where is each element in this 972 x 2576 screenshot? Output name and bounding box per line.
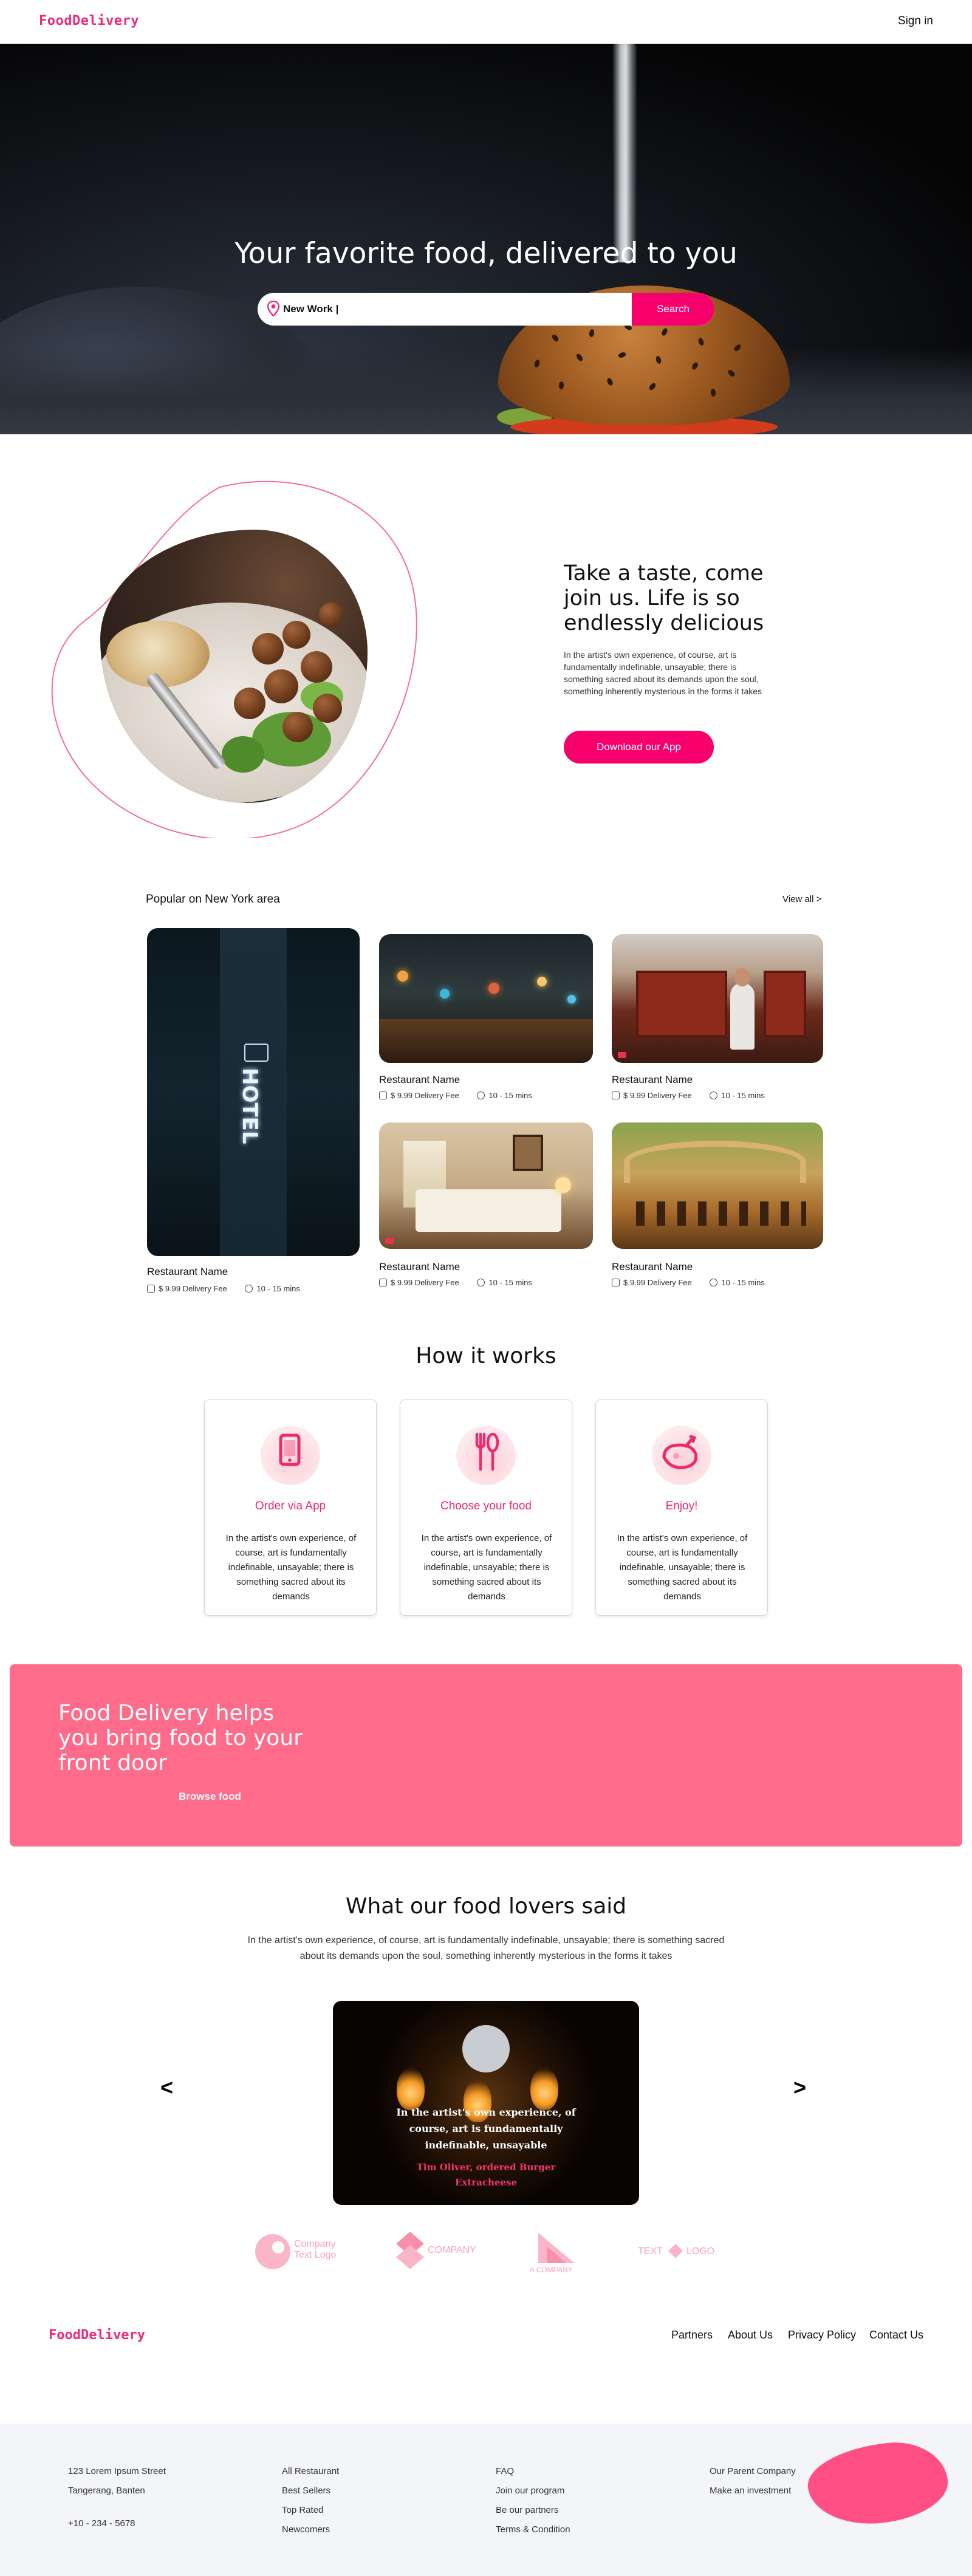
fork-spoon-icon [456, 1426, 516, 1485]
testimonials-intro: In the artist's own experience, of cours… [247, 1935, 725, 1961]
intro-text: In the artist's own experience, of cours… [564, 650, 762, 696]
footer-link[interactable]: Make an investment [710, 2485, 791, 2496]
partner-logo-a-company: A COMPANY [530, 2230, 590, 2274]
popular-section-title: Popular on New York area [146, 893, 280, 906]
delivery-bag-icon [612, 1092, 620, 1099]
location-search-input[interactable] [283, 293, 635, 326]
footer-link-contact[interactable]: Contact Us [869, 2329, 923, 2342]
footer-link[interactable]: FAQ [496, 2466, 514, 2476]
view-all-link[interactable]: View all > [782, 894, 821, 904]
restaurant-name[interactable]: Restaurant Name [612, 1074, 693, 1086]
footer-link[interactable]: Join our program [496, 2485, 564, 2496]
footer-link[interactable]: Best Sellers [282, 2485, 330, 2496]
how-step-card: Order via App In the artist's own experi… [204, 1399, 377, 1616]
footer-address-line: 123 Lorem Ipsum Street [68, 2466, 166, 2476]
browse-food-link[interactable]: Browse food [179, 1791, 241, 1803]
clock-icon [477, 1092, 485, 1099]
brand-logo[interactable]: FoodDelivery [39, 13, 139, 29]
decorative-footer-blob [804, 2437, 952, 2530]
next-testimonial-arrow[interactable]: > [793, 2075, 806, 2100]
partner-logo-text-logo: TEXT LOGO [638, 2230, 723, 2273]
restaurant-meta: $ 9.99 Delivery Fee 10 - 15 mins [379, 1278, 532, 1287]
hero-section: Your favorite food, delivered to you Sea… [0, 44, 972, 434]
roast-chicken-icon [652, 1426, 711, 1485]
restaurant-name[interactable]: Restaurant Name [147, 1266, 228, 1278]
intro-title: Take a taste, come join us. Life is so e… [564, 561, 764, 635]
search-button[interactable]: Search [632, 293, 714, 326]
delivery-bag-icon [379, 1279, 387, 1286]
restaurant-meta: $ 9.99 Delivery Fee 10 - 15 mins [612, 1091, 765, 1100]
footer-link-partners[interactable]: Partners [671, 2329, 713, 2342]
clock-icon [710, 1092, 718, 1099]
download-app-button[interactable]: Download our App [564, 731, 714, 764]
testimonial-quote: In the artist's own experience, of cours… [396, 2106, 576, 2151]
site-footer: 123 Lorem Ipsum Street Tangerang, Banten… [0, 2424, 972, 2576]
partner-logo-company-diamond: COMPANY [394, 2230, 485, 2273]
partner-logo-company-text: Company Text Logo [254, 2230, 345, 2273]
testimonials-title: What our food lovers said [345, 1894, 627, 1919]
map-pin-icon [267, 301, 279, 316]
restaurant-card-image[interactable] [612, 1122, 823, 1249]
footer-link[interactable]: Top Rated [282, 2505, 323, 2515]
meatball-dish-image [100, 530, 368, 803]
how-step-text: In the artist's own experience, of cours… [225, 1533, 357, 1602]
restaurant-card-image[interactable] [379, 1122, 593, 1249]
footer-link[interactable]: Our Parent Company [710, 2466, 796, 2476]
how-step-card: Choose your food In the artist's own exp… [400, 1399, 572, 1616]
restaurant-card-image[interactable]: HOTEL [147, 928, 360, 1256]
restaurant-meta: $ 9.99 Delivery Fee 10 - 15 mins [612, 1278, 765, 1287]
how-step-title: Order via App [255, 1500, 326, 1512]
restaurant-name[interactable]: Restaurant Name [379, 1074, 460, 1086]
clock-icon [710, 1279, 718, 1286]
promo-banner: Food Delivery helps you bring food to yo… [10, 1664, 962, 1847]
prev-testimonial-arrow[interactable]: < [160, 2075, 173, 2100]
clock-icon [477, 1279, 485, 1286]
how-step-card: Enjoy! In the artist's own experience, o… [595, 1399, 768, 1616]
banner-title: Food Delivery helps you bring food to yo… [58, 1701, 303, 1775]
footer-link[interactable]: Be our partners [496, 2505, 558, 2515]
footer-address-line: Tangerang, Banten [68, 2485, 145, 2496]
how-step-title: Enjoy! [665, 1500, 698, 1512]
restaurant-name[interactable]: Restaurant Name [379, 1261, 460, 1273]
footer-link-about[interactable]: About Us [728, 2329, 773, 2342]
sign-in-link[interactable]: Sign in [898, 15, 933, 28]
footer-link[interactable]: Newcomers [282, 2524, 330, 2535]
how-step-text: In the artist's own experience, of cours… [617, 1533, 748, 1602]
hero-knife-image [612, 44, 637, 262]
top-navbar: FoodDelivery Sign in [0, 0, 972, 44]
footer-brand-logo[interactable]: FoodDelivery [49, 2328, 145, 2343]
hero-background-table [0, 347, 972, 434]
footer-phone: +10 - 234 - 5678 [68, 2518, 135, 2529]
restaurant-card-image[interactable] [379, 934, 593, 1063]
footer-link-privacy[interactable]: Privacy Policy [788, 2329, 856, 2342]
delivery-bag-icon [379, 1092, 387, 1099]
delivery-bag-icon [147, 1285, 155, 1293]
hero-title: Your favorite food, delivered to you [234, 237, 738, 270]
delivery-bag-icon [612, 1279, 620, 1286]
footer-link[interactable]: All Restaurant [282, 2466, 339, 2476]
restaurant-card-image[interactable] [612, 934, 823, 1063]
location-search-bar: Search [258, 293, 714, 326]
testimonial-author: Tim Oliver, ordered Burger Extracheese [416, 2162, 556, 2188]
restaurant-meta: $ 9.99 Delivery Fee 10 - 15 mins [379, 1091, 532, 1100]
how-it-works-title: How it works [416, 1344, 556, 1368]
testimonial-card: In the artist's own experience, of cours… [333, 2001, 639, 2205]
smartphone-icon [261, 1426, 320, 1485]
avatar [462, 2025, 510, 2072]
restaurant-meta: $ 9.99 Delivery Fee 10 - 15 mins [147, 1284, 300, 1293]
restaurant-name[interactable]: Restaurant Name [612, 1261, 693, 1273]
hotel-sign: HOTEL [238, 1068, 262, 1144]
footer-link[interactable]: Terms & Condition [496, 2524, 570, 2535]
clock-icon [245, 1285, 253, 1293]
how-step-text: In the artist's own experience, of cours… [421, 1533, 552, 1602]
how-step-title: Choose your food [440, 1500, 532, 1512]
